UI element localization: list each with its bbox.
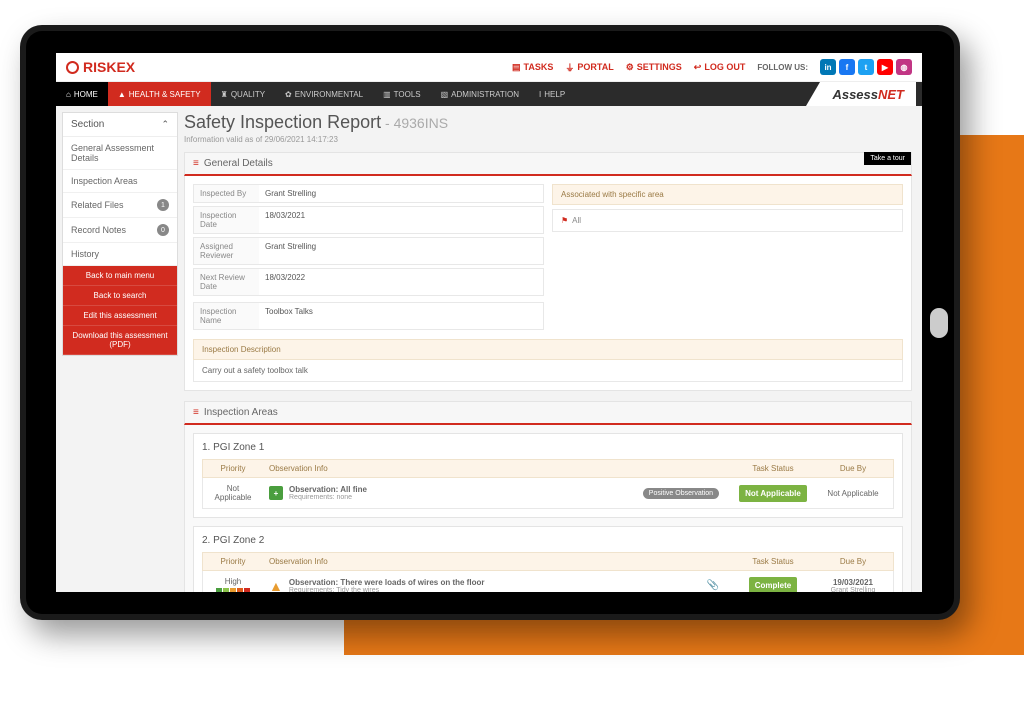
task-status-cell: Complete [733, 573, 813, 592]
follow-label: FOLLOW US: [757, 63, 808, 72]
observation-cell: + Observation: All fineRequirements: non… [263, 479, 733, 507]
status-badge-complete[interactable]: Complete [749, 577, 797, 592]
sidebar-actions: Back to main menu Back to search Edit th… [63, 266, 177, 355]
warning-icon: ▲ [118, 90, 126, 99]
nav-home[interactable]: ⌂HOME [56, 82, 108, 106]
observation-cell: ▲ Observation: There were loads of wires… [263, 572, 733, 593]
priority-cell: Not Applicable [203, 478, 263, 508]
action-back-search[interactable]: Back to search [63, 286, 177, 306]
nav-quality[interactable]: ♜QUALITY [211, 82, 275, 106]
home-icon: ⌂ [66, 90, 71, 99]
facebook-icon[interactable]: f [839, 59, 855, 75]
chart-icon: ▥ [383, 90, 391, 99]
action-download-pdf[interactable]: Download this assessment (PDF) [63, 326, 177, 355]
brand-text: RISKEX [83, 59, 135, 75]
files-count-badge: 1 [157, 199, 169, 211]
logo-mark-icon [66, 61, 79, 74]
topbar: RISKEX ▤TASKS ⏚PORTAL ⚙SETTINGS ↩LOG OUT… [56, 53, 922, 82]
inspection-description-header: Inspection Description [193, 339, 903, 360]
notes-count-badge: 0 [157, 224, 169, 236]
youtube-icon[interactable]: ▶ [877, 59, 893, 75]
logout-link[interactable]: ↩LOG OUT [694, 62, 746, 73]
tablet-home-button [930, 308, 948, 338]
sidebar-item-related-files[interactable]: Related Files1 [63, 193, 177, 218]
action-edit-assessment[interactable]: Edit this assessment [63, 306, 177, 326]
zone-row[interactable]: High ▲ Observation: There were loads of … [202, 571, 894, 592]
assessnet-logo: AssessNET [820, 82, 916, 106]
attachment-icon[interactable]: 📎 [707, 580, 719, 591]
main-nav: ⌂HOME ▲HEALTH & SAFETY ♜QUALITY ✿ENVIRON… [56, 82, 922, 106]
detail-inspection-name: Inspection NameToolbox Talks [193, 302, 544, 330]
settings-link[interactable]: ⚙SETTINGS [626, 62, 682, 73]
status-badge-not-applicable[interactable]: Not Applicable [739, 485, 807, 502]
sidebar-header[interactable]: Section⌃ [63, 113, 177, 137]
associated-area-header: Associated with specific area [552, 184, 903, 205]
plus-icon: + [269, 486, 283, 500]
detail-inspected-by: Inspected ByGrant Strelling [193, 184, 544, 203]
detail-next-review-date: Next Review Date18/03/2022 [193, 268, 544, 296]
instagram-icon[interactable]: ◍ [896, 59, 912, 75]
priority-color-boxes [209, 588, 257, 592]
due-cell: Not Applicable [813, 483, 893, 504]
sidebar-item-history[interactable]: History [63, 243, 177, 266]
nav-tools[interactable]: ▥TOOLS [373, 82, 431, 106]
logout-icon: ↩ [694, 62, 702, 73]
zone-title: 1. PGI Zone 1 [202, 442, 894, 453]
sidebar-item-inspection-areas[interactable]: Inspection Areas [63, 170, 177, 193]
action-back-main[interactable]: Back to main menu [63, 266, 177, 286]
tablet-frame: RISKEX ▤TASKS ⏚PORTAL ⚙SETTINGS ↩LOG OUT… [20, 25, 960, 620]
positive-observation-badge: Positive Observation [643, 488, 719, 499]
zone-row[interactable]: Not Applicable + Observation: All fineRe… [202, 478, 894, 509]
page-subtitle: Information valid as of 29/06/2021 14:17… [184, 135, 912, 144]
inspection-areas-header: ≡ Inspection Areas [184, 401, 912, 425]
general-details-header: ≡ General Details Take a tour [184, 152, 912, 176]
zone-title: 2. PGI Zone 2 [202, 535, 894, 546]
quality-icon: ♜ [221, 90, 228, 99]
zone-table-header: Priority Observation Info Task Status Du… [202, 552, 894, 571]
inspection-description-body: Carry out a safety toolbox talk [193, 360, 903, 382]
take-a-tour-button[interactable]: Take a tour [864, 152, 911, 165]
list-icon: ≡ [193, 407, 199, 418]
due-cell: 19/03/2021Grant Strelling [813, 572, 893, 593]
leaf-icon: ✿ [285, 90, 292, 99]
main-content: Safety Inspection Report - 4936INS Infor… [184, 106, 922, 592]
tasks-link[interactable]: ▤TASKS [512, 62, 553, 73]
nav-health-safety[interactable]: ▲HEALTH & SAFETY [108, 82, 211, 106]
zone-2: 2. PGI Zone 2 Priority Observation Info … [193, 526, 903, 592]
detail-assigned-reviewer: Assigned ReviewerGrant Strelling [193, 237, 544, 265]
portal-icon: ⏚ [565, 61, 574, 74]
zone-1: 1. PGI Zone 1 Priority Observation Info … [193, 433, 903, 518]
admin-icon: ▧ [441, 90, 449, 99]
portal-link[interactable]: ⏚PORTAL [565, 61, 613, 74]
twitter-icon[interactable]: t [858, 59, 874, 75]
nav-environmental[interactable]: ✿ENVIRONMENTAL [275, 82, 373, 106]
report-code: - 4936INS [381, 115, 448, 131]
gear-icon: ⚙ [626, 62, 634, 73]
help-icon: i [539, 90, 541, 99]
nav-help[interactable]: iHELP [529, 82, 575, 106]
sidebar-item-record-notes[interactable]: Record Notes0 [63, 218, 177, 243]
nav-admin[interactable]: ▧ADMINISTRATION [431, 82, 529, 106]
top-links: ▤TASKS ⏚PORTAL ⚙SETTINGS ↩LOG OUT FOLLOW… [512, 59, 912, 75]
detail-inspection-date: Inspection Date18/03/2021 [193, 206, 544, 234]
task-status-cell: Not Applicable [733, 481, 813, 506]
list-icon: ≡ [193, 158, 199, 169]
zone-table-header: Priority Observation Info Task Status Du… [202, 459, 894, 478]
riskex-logo[interactable]: RISKEX [66, 59, 135, 75]
chevron-up-icon: ⌃ [161, 119, 169, 130]
priority-cell: High [203, 571, 263, 592]
sidebar-item-general[interactable]: General Assessment Details [63, 137, 177, 170]
linkedin-icon[interactable]: in [820, 59, 836, 75]
tasks-icon: ▤ [512, 62, 521, 73]
associated-area-value: ⚑All [552, 209, 903, 232]
page-title: Safety Inspection Report - 4936INS [184, 112, 912, 133]
sidebar: Section⌃ General Assessment Details Insp… [56, 106, 184, 592]
flag-icon: ⚑ [561, 216, 568, 225]
social-links: in f t ▶ ◍ [820, 59, 912, 75]
warning-triangle-icon: ▲ [269, 578, 283, 593]
